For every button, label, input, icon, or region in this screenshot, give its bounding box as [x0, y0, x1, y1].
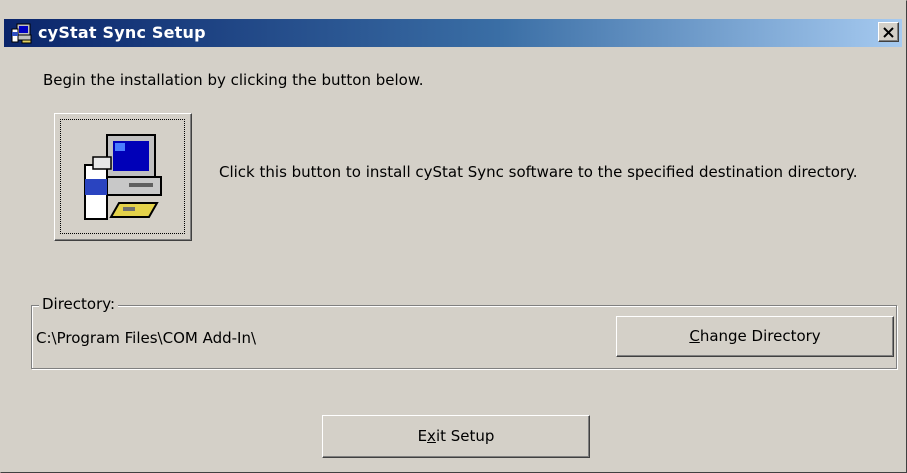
exit-setup-accel: x: [427, 427, 436, 445]
install-button[interactable]: [54, 113, 192, 241]
setup-window: cyStat Sync Setup Begin the installation…: [0, 0, 907, 473]
change-directory-label-post: hange Directory: [699, 327, 821, 345]
exit-setup-label-pre: E: [417, 427, 428, 445]
exit-setup-button[interactable]: Exit Setup: [322, 415, 590, 458]
change-directory-button[interactable]: Change Directory: [616, 316, 894, 357]
instruction-text: Begin the installation by clicking the b…: [43, 71, 424, 89]
exit-setup-label-post: it Setup: [435, 427, 495, 445]
installer-computer-icon: [11, 23, 33, 44]
change-directory-accel: C: [689, 327, 700, 345]
directory-label: Directory:: [39, 295, 119, 313]
computer-setup-icon: [84, 134, 162, 220]
window-title: cyStat Sync Setup: [38, 23, 206, 42]
directory-group: Directory: C:\Program Files\COM Add-In\ …: [31, 295, 897, 369]
close-x-icon: [883, 27, 894, 38]
close-button[interactable]: [878, 22, 899, 42]
install-description: Click this button to install cyStat Sync…: [219, 163, 858, 181]
directory-path: C:\Program Files\COM Add-In\: [36, 329, 257, 347]
title-bar[interactable]: cyStat Sync Setup: [4, 19, 902, 47]
